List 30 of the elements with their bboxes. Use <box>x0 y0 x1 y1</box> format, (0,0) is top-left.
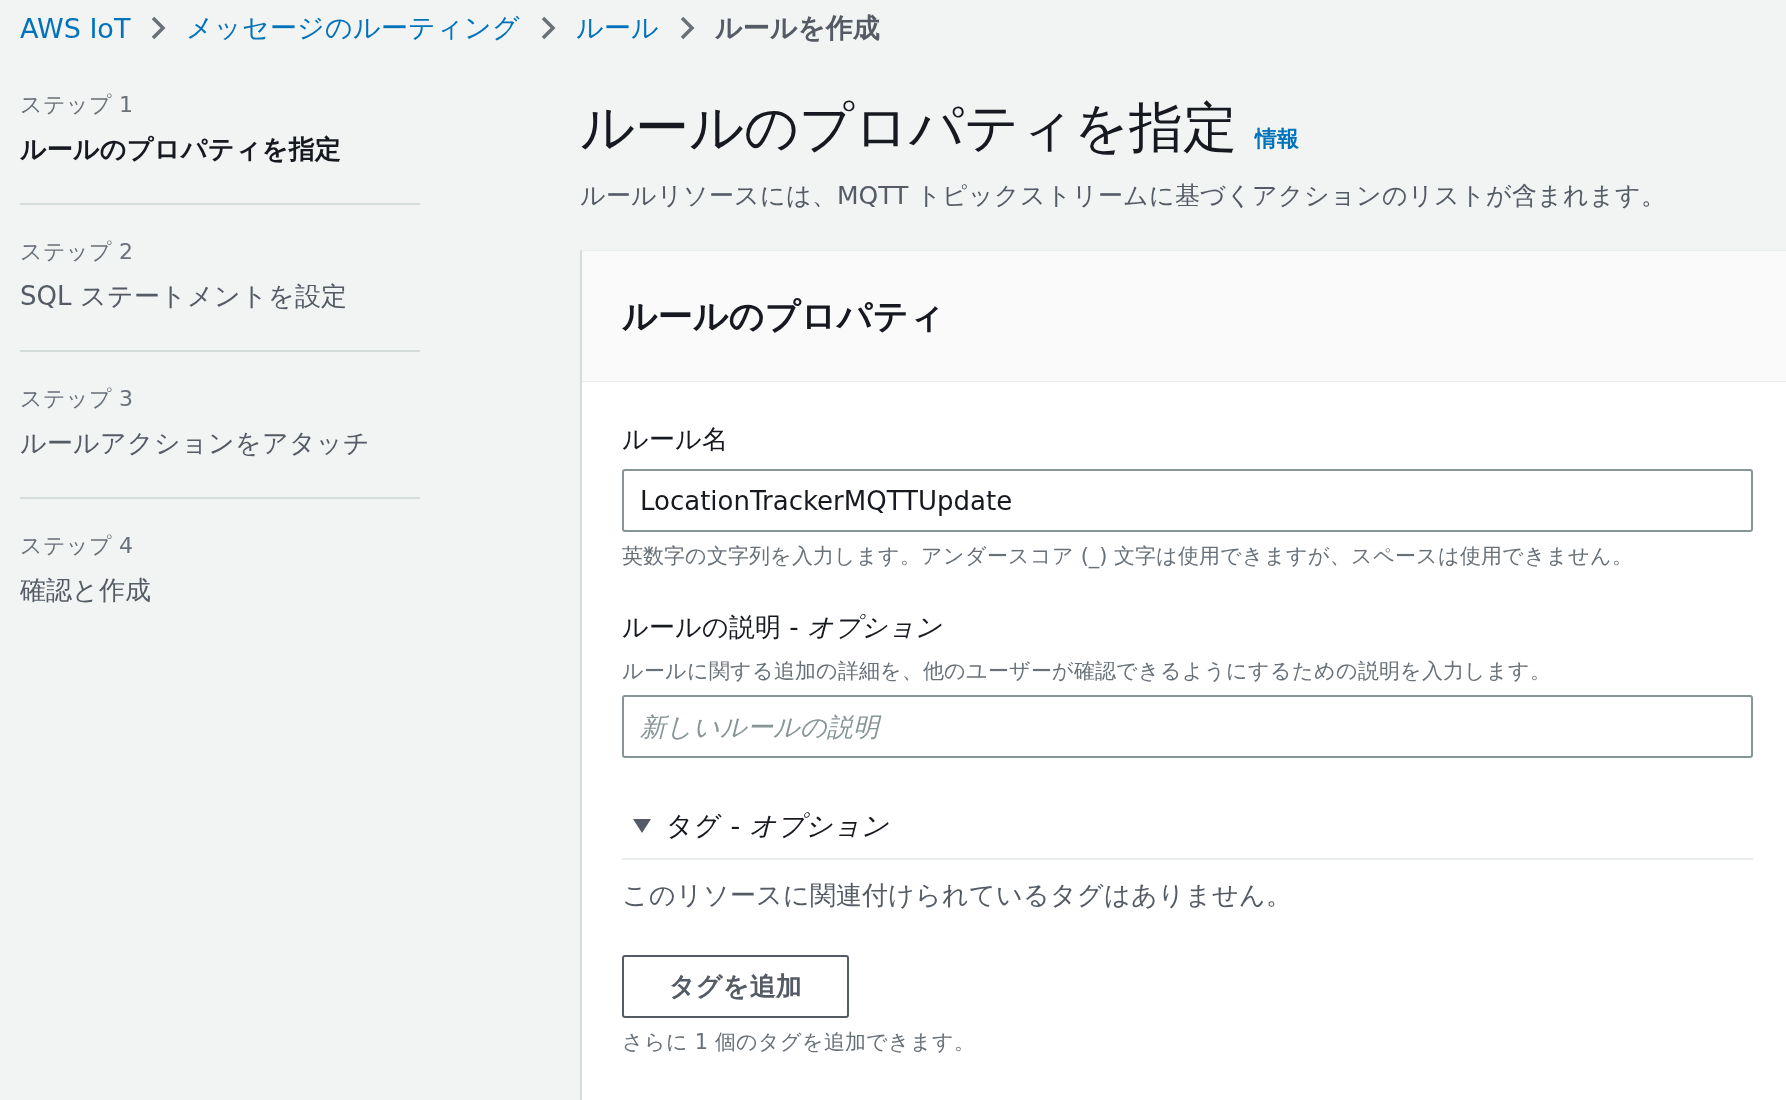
breadcrumb-link[interactable]: メッセージのルーティング <box>186 10 521 46</box>
breadcrumb-link[interactable]: ルール <box>576 10 660 46</box>
add-tag-button[interactable]: タグを追加 <box>622 955 849 1018</box>
description-field[interactable]: 新しいルールの説明 <box>622 695 1753 758</box>
section-title[interactable]: タグ - オプション <box>666 808 889 844</box>
step-title[interactable]: ルールアクションをアタッチ <box>20 426 420 461</box>
empty-message: このリソースに関連付けられているタグはありません。 <box>622 879 1293 912</box>
step-label: ステップ 2 <box>20 238 134 266</box>
chevron-right-icon <box>540 15 557 41</box>
page-description: ルールリソースには、MQTT トピックストリームに基づくアクションのリストが含まれます。 <box>580 180 1668 212</box>
step-label: ステップ 3 <box>20 385 134 413</box>
breadcrumb-link[interactable]: AWS IoT <box>20 12 131 44</box>
step-label: ステップ 1 <box>20 91 134 119</box>
step-title[interactable]: ルールのプロパティを指定 <box>20 132 420 167</box>
field-hint: 英数字の文字列を入力します。アンダースコア (_) 文字は使用できますが、スペースは使用できません。 <box>622 543 1635 570</box>
panel-title: ルールのプロパティ <box>622 294 945 338</box>
field-label: ルール名 <box>622 423 729 456</box>
step-title[interactable]: 確認と作成 <box>20 573 420 608</box>
caret-icon[interactable] <box>632 818 652 834</box>
step-title[interactable]: SQL ステートメントを設定 <box>20 279 420 314</box>
field-label: ルールの説明 - オプション <box>622 611 943 644</box>
limit-note: さらに 1 個のタグを追加できます。 <box>622 1029 976 1056</box>
field-hint: ルールに関する追加の詳細を、他のユーザーが確認できるようにするための説明を入力します。 <box>622 658 1552 685</box>
chevron-right-icon <box>679 15 696 41</box>
step-label: ステップ 4 <box>20 532 134 560</box>
chevron-right-icon <box>150 15 167 41</box>
rule-name-field[interactable]: LocationTrackerMQTTUpdate <box>622 469 1753 532</box>
breadcrumb-current: ルールを作成 <box>715 11 881 45</box>
page-title: ルールのプロパティを指定 <box>580 95 1237 161</box>
info-link[interactable]: 情報 <box>1255 124 1299 154</box>
